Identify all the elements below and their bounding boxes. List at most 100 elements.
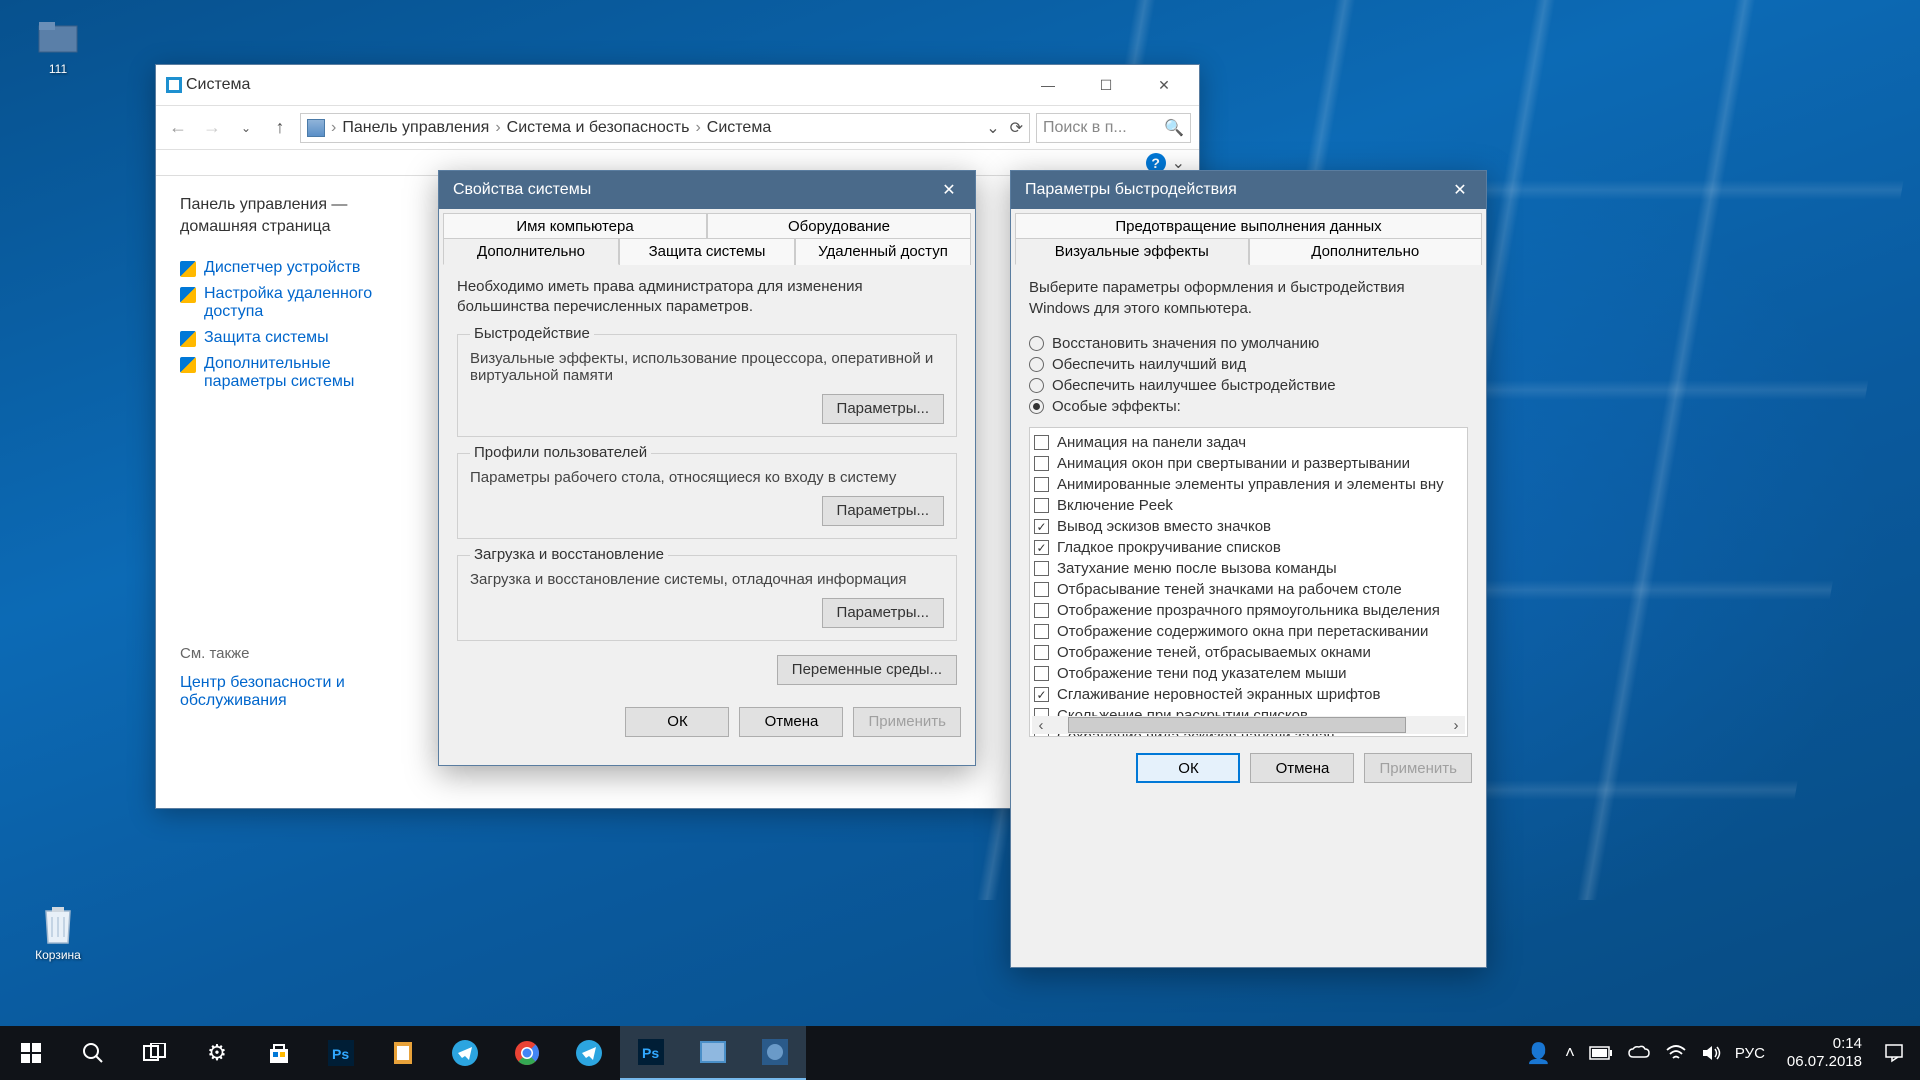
effect-checkbox[interactable]: Гладкое прокручивание списков: [1034, 537, 1465, 558]
effect-checkbox[interactable]: Сглаживание неровностей экранных шрифтов: [1034, 684, 1465, 705]
close-button[interactable]: ✕: [927, 175, 971, 205]
tab-hardware[interactable]: Оборудование: [707, 213, 971, 239]
photoshop-icon[interactable]: Ps: [310, 1026, 372, 1080]
recent-button[interactable]: ⌄: [232, 121, 260, 135]
chrome-icon[interactable]: [496, 1026, 558, 1080]
environment-variables-button[interactable]: Переменные среды...: [777, 655, 957, 685]
settings-icon[interactable]: ⚙: [186, 1026, 248, 1080]
tray-expand-icon[interactable]: ˄: [1565, 1043, 1575, 1063]
breadcrumb-item[interactable]: Система: [707, 119, 771, 137]
effect-checkbox[interactable]: Анимация окон при свертывании и разверты…: [1034, 453, 1465, 474]
apply-button[interactable]: Применить: [1364, 753, 1472, 783]
clipboard-icon[interactable]: [372, 1026, 434, 1080]
sidebar-home-link[interactable]: Панель управления — домашняя страница: [180, 194, 407, 239]
sidebar-item-remote[interactable]: Настройка удаленного доступа: [180, 281, 407, 325]
telegram-icon[interactable]: [434, 1026, 496, 1080]
scroll-left-button[interactable]: ‹: [1032, 717, 1050, 734]
up-button[interactable]: ↑: [266, 117, 294, 138]
dropdown-icon[interactable]: ⌄: [986, 118, 999, 138]
tab-advanced[interactable]: Дополнительно: [1249, 238, 1483, 265]
tab-protection[interactable]: Защита системы: [619, 238, 795, 265]
effects-list[interactable]: Анимация на панели задачАнимация окон пр…: [1029, 427, 1468, 737]
effect-checkbox[interactable]: Отображение содержимого окна при перетас…: [1034, 621, 1465, 642]
telegram-icon-2[interactable]: [558, 1026, 620, 1080]
taskbar-item-photoshop[interactable]: Ps: [620, 1026, 682, 1080]
back-button[interactable]: ←: [164, 117, 192, 138]
sidebar-item-device-manager[interactable]: Диспетчер устройств: [180, 255, 407, 281]
taskbar[interactable]: ⚙ Ps Ps 👤 ˄ РУС 0:14 06.07.2018: [0, 1026, 1920, 1080]
scrollbar-thumb[interactable]: [1068, 717, 1406, 733]
effect-checkbox[interactable]: Отбрасывание теней значками на рабочем с…: [1034, 579, 1465, 600]
titlebar[interactable]: Система — ☐ ✕: [156, 65, 1199, 105]
language-indicator[interactable]: РУС: [1735, 1045, 1765, 1062]
start-button[interactable]: [0, 1026, 62, 1080]
clock[interactable]: 0:14 06.07.2018: [1779, 1035, 1870, 1071]
horizontal-scrollbar[interactable]: ‹ ›: [1032, 716, 1465, 734]
tab-advanced[interactable]: Дополнительно: [443, 238, 619, 265]
minimize-button[interactable]: —: [1019, 66, 1077, 104]
tab-dep[interactable]: Предотвращение выполнения данных: [1015, 213, 1482, 239]
battery-icon[interactable]: [1589, 1046, 1613, 1060]
profiles-settings-button[interactable]: Параметры...: [822, 496, 944, 526]
maximize-button[interactable]: ☐: [1077, 66, 1135, 104]
wifi-icon[interactable]: [1665, 1044, 1687, 1062]
radio-option[interactable]: Обеспечить наилучший вид: [1029, 354, 1468, 375]
store-icon[interactable]: [248, 1026, 310, 1080]
desktop-icon-label: Корзина: [20, 948, 96, 962]
onedrive-icon[interactable]: [1627, 1045, 1651, 1061]
system-properties-dialog: Свойства системы ✕ Имя компьютера Оборуд…: [438, 170, 976, 766]
sidebar-item-security-center[interactable]: Центр безопасности и обслуживания: [180, 670, 407, 714]
sidebar-item-advanced[interactable]: Дополнительные параметры системы: [180, 351, 407, 395]
radio-option[interactable]: Обеспечить наилучшее быстродействие: [1029, 375, 1468, 396]
taskbar-item-app[interactable]: [744, 1026, 806, 1080]
scroll-right-button[interactable]: ›: [1447, 717, 1465, 734]
intro-text: Необходимо иметь права администратора дл…: [457, 277, 957, 318]
address-bar[interactable]: › Панель управления › Система и безопасн…: [300, 113, 1030, 143]
effect-checkbox[interactable]: Отображение тени под указателем мыши: [1034, 663, 1465, 684]
performance-settings-button[interactable]: Параметры...: [822, 394, 944, 424]
checkbox-label: Затухание меню после вызова команды: [1057, 560, 1337, 577]
dialog-titlebar[interactable]: Свойства системы ✕: [439, 171, 975, 209]
effect-checkbox[interactable]: Анимация на панели задач: [1034, 432, 1465, 453]
radio-option[interactable]: Особые эффекты:: [1029, 396, 1468, 417]
groupbox-text: Загрузка и восстановление системы, отлад…: [470, 571, 944, 588]
effect-checkbox[interactable]: Вывод эскизов вместо значков: [1034, 516, 1465, 537]
groupbox-profiles: Профили пользователей Параметры рабочего…: [457, 453, 957, 539]
cancel-button[interactable]: Отмена: [739, 707, 843, 737]
ok-button[interactable]: ОК: [1136, 753, 1240, 783]
tab-remote[interactable]: Удаленный доступ: [795, 238, 971, 265]
sidebar-item-protection[interactable]: Защита системы: [180, 325, 407, 351]
effect-checkbox[interactable]: Включение Peek: [1034, 495, 1465, 516]
people-icon[interactable]: 👤: [1526, 1041, 1551, 1066]
tab-visual-effects[interactable]: Визуальные эффекты: [1015, 238, 1249, 265]
volume-icon[interactable]: [1701, 1044, 1721, 1062]
checkbox-icon: [1034, 435, 1049, 450]
startup-settings-button[interactable]: Параметры...: [822, 598, 944, 628]
checkbox-icon: [1034, 687, 1049, 702]
desktop-icon-folder[interactable]: 111: [20, 14, 96, 76]
close-button[interactable]: ✕: [1135, 66, 1193, 104]
folder-icon: [35, 14, 81, 60]
breadcrumb-item[interactable]: Система и безопасность: [507, 119, 690, 137]
breadcrumb-item[interactable]: Панель управления: [342, 119, 489, 137]
effect-checkbox[interactable]: Отображение прозрачного прямоугольника в…: [1034, 600, 1465, 621]
ok-button[interactable]: ОК: [625, 707, 729, 737]
tab-computer-name[interactable]: Имя компьютера: [443, 213, 707, 239]
effect-checkbox[interactable]: Анимированные элементы управления и элем…: [1034, 474, 1465, 495]
dialog-titlebar[interactable]: Параметры быстродействия ✕: [1011, 171, 1486, 209]
effect-checkbox[interactable]: Затухание меню после вызова команды: [1034, 558, 1465, 579]
action-center-icon[interactable]: [1884, 1043, 1904, 1063]
search-input[interactable]: Поиск в п... 🔍: [1036, 113, 1191, 143]
radio-option[interactable]: Восстановить значения по умолчанию: [1029, 333, 1468, 354]
task-view-button[interactable]: [124, 1026, 186, 1080]
search-button[interactable]: [62, 1026, 124, 1080]
desktop-icon-recycle[interactable]: Корзина: [20, 900, 96, 962]
close-button[interactable]: ✕: [1438, 175, 1482, 205]
apply-button[interactable]: Применить: [853, 707, 961, 737]
refresh-icon[interactable]: ⟳: [1010, 118, 1023, 138]
forward-button[interactable]: →: [198, 117, 226, 138]
effect-checkbox[interactable]: Отображение теней, отбрасываемых окнами: [1034, 642, 1465, 663]
groupbox-title: Профили пользователей: [470, 444, 651, 461]
taskbar-item-control-panel[interactable]: [682, 1026, 744, 1080]
cancel-button[interactable]: Отмена: [1250, 753, 1354, 783]
